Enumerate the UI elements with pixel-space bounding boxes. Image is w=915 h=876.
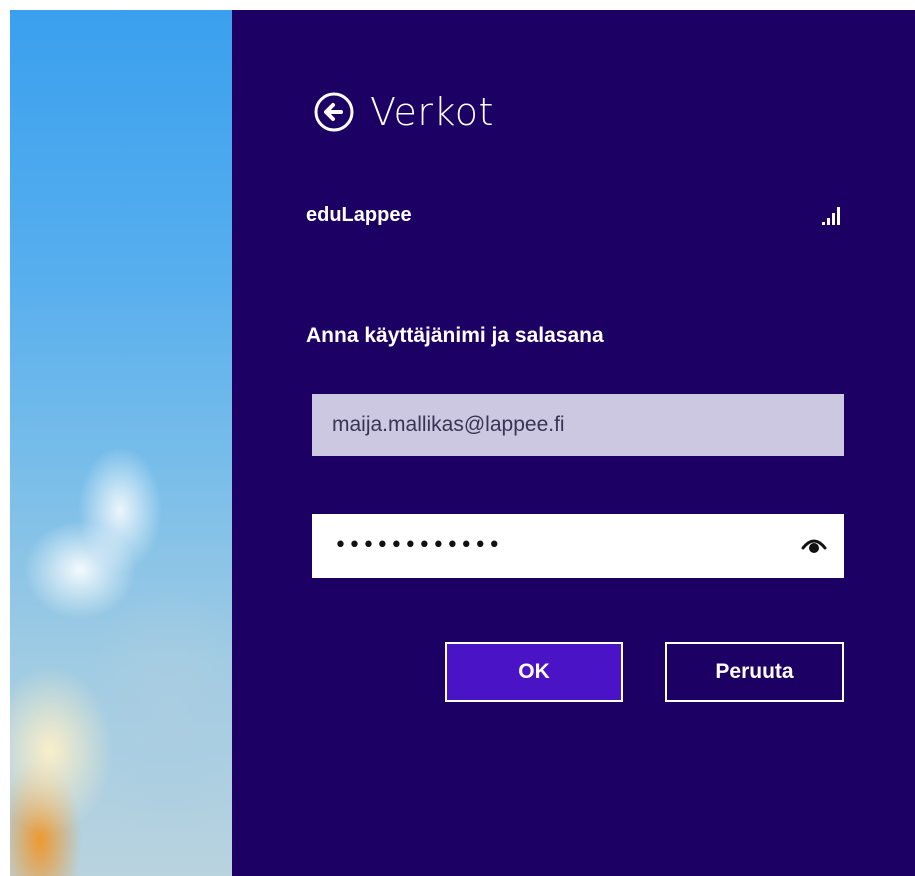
arrow-left-circle-icon [314, 92, 354, 132]
network-name: eduLappee [306, 203, 412, 226]
panel-title: Verkot [370, 90, 494, 134]
screen: Verkot eduLappee Anna käyttäjänimi ja sa… [0, 0, 915, 876]
password-field[interactable]: •••••••••••• [312, 514, 844, 578]
left-margin [0, 0, 10, 876]
ok-button[interactable]: OK [445, 642, 623, 702]
cancel-button[interactable]: Peruuta [665, 642, 844, 702]
credentials-prompt: Anna käyttäjänimi ja salasana [306, 324, 604, 347]
networks-panel: Verkot eduLappee Anna käyttäjänimi ja sa… [232, 10, 915, 876]
desktop-wallpaper [10, 10, 232, 876]
wifi-signal-bars-icon [822, 207, 840, 225]
network-item-edulappee[interactable]: eduLappee [306, 200, 844, 230]
eye-reveal-icon [801, 539, 827, 553]
reveal-password-button[interactable] [792, 524, 836, 568]
password-masked-value[interactable]: •••••••••••• [312, 514, 792, 578]
username-field[interactable] [312, 394, 844, 456]
panel-header: Verkot [312, 90, 494, 134]
back-button[interactable] [312, 90, 356, 134]
top-margin [0, 0, 915, 10]
